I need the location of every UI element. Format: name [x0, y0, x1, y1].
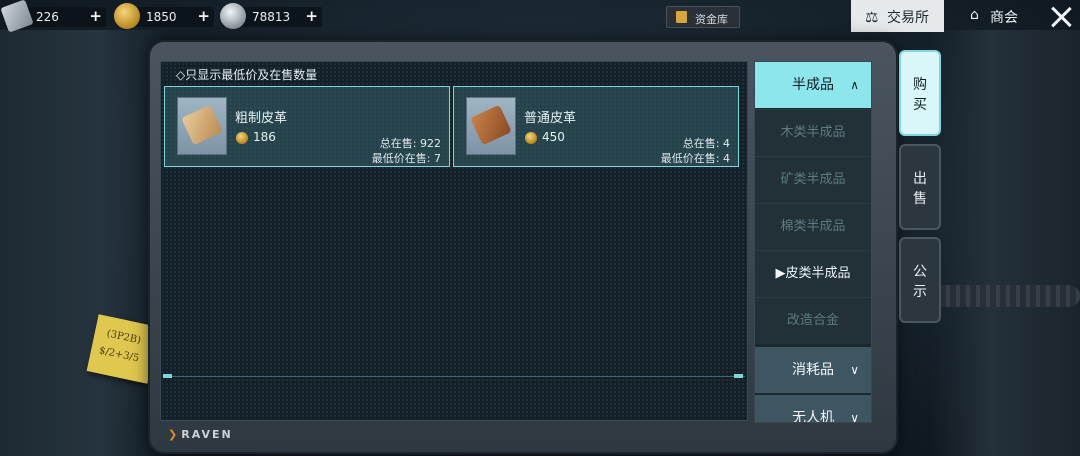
gold-coin-icon [525, 132, 537, 144]
currency-silver: 78813 + [220, 3, 322, 29]
tab-trade-exchange[interactable]: ⚖ 交易所 [851, 0, 944, 32]
tab-sell[interactable]: 出 售 [899, 144, 941, 230]
item-card[interactable]: 粗制皮革 186 总在售: 922 最低价在售: 7 [164, 86, 450, 167]
category-label: 无人机 [792, 410, 834, 423]
filter-lowest-price-toggle[interactable]: ◇只显示最低价及在售数量 [176, 66, 317, 83]
category-semi-finished[interactable]: 半成品 ∧ [755, 62, 871, 108]
fund-vault-button[interactable]: 资金库 [666, 6, 740, 28]
item-price: 186 [253, 130, 276, 144]
min-label: 最低价在售: [660, 152, 720, 165]
gold-coin-icon [114, 3, 140, 29]
scale-icon: ⚖ [865, 8, 879, 26]
category-label: 棉类半成品 [780, 219, 846, 234]
background-pipe [930, 285, 1080, 307]
total-label: 总在售: [379, 137, 417, 150]
total-label: 总在售: [682, 137, 720, 150]
sticky-note-line-1: (3P2B) [105, 328, 142, 347]
chevron-up-icon: ∧ [850, 78, 859, 92]
tab-sell-line-1: 出 [913, 171, 927, 187]
close-icon[interactable] [1046, 2, 1076, 32]
currency-silver-value: 78813 [252, 10, 291, 24]
tab-guild[interactable]: ⌂ 商会 [956, 0, 1036, 32]
scroll-marker-right [734, 374, 743, 378]
list-scroll-track[interactable] [163, 376, 745, 377]
category-wood-semi-finished[interactable]: 木类半成品 [755, 109, 871, 156]
silver-coin-icon [220, 3, 246, 29]
min-label: 最低价在售: [371, 152, 431, 165]
raven-logo-text: RAVEN [181, 428, 233, 441]
currency-gold-value: 1850 [146, 10, 177, 24]
chevron-down-icon: ∨ [850, 411, 859, 423]
item-total-on-sale: 总在售: 922 [380, 135, 441, 151]
chevron-logo-icon: ❯ [168, 428, 180, 441]
tab-buy[interactable]: 购 买 [899, 50, 941, 136]
tab-buy-line-1: 购 [913, 77, 927, 93]
top-bar: 226 + 1850 + 78813 + 资金库 ⚖ 交易所 ⌂ 商会 [0, 0, 1080, 34]
min-value: 7 [434, 152, 441, 165]
add-silver-button[interactable]: + [305, 7, 318, 25]
item-name: 粗制皮革 [235, 111, 288, 126]
category-list[interactable]: 半成品 ∧ 木类半成品 矿类半成品 棉类半成品 ▶皮类半成品 改造合金 消耗品 … [754, 61, 872, 423]
tab-announcement-line-2: 示 [913, 284, 927, 300]
tab-guild-label: 商会 [990, 10, 1018, 26]
category-label: ▶皮类半成品 [775, 266, 851, 281]
raven-logo: ❯ RAVEN [168, 428, 233, 441]
category-consumables[interactable]: 消耗品 ∨ [755, 347, 871, 393]
item-min-price-on-sale: 最低价在售: 4 [661, 150, 730, 166]
category-label: 消耗品 [792, 362, 834, 378]
add-gold-button[interactable]: + [197, 7, 210, 25]
chevron-down-icon: ∨ [850, 363, 859, 377]
item-thumbnail [466, 97, 516, 155]
scroll-marker-left [163, 374, 172, 378]
house-icon: ⌂ [970, 7, 979, 23]
add-ticket-button[interactable]: + [89, 7, 102, 25]
category-label: 改造合金 [786, 313, 839, 328]
item-thumbnail [177, 97, 227, 155]
tab-trade-exchange-label: 交易所 [887, 10, 929, 26]
gold-coin-icon [236, 132, 248, 144]
currency-ticket: 226 + [0, 0, 106, 33]
background-left [0, 30, 170, 456]
category-ore-semi-finished[interactable]: 矿类半成品 [755, 156, 871, 203]
sticky-note-line-2: $/2+3/5 [98, 345, 140, 365]
min-value: 4 [723, 152, 730, 165]
category-drones[interactable]: 无人机 ∨ [755, 395, 871, 423]
vault-icon [676, 11, 687, 23]
currency-gold: 1850 + [114, 3, 214, 29]
tab-announcement-line-1: 公 [913, 264, 927, 280]
category-label: 木类半成品 [780, 125, 846, 140]
total-value: 922 [420, 137, 441, 150]
ticket-icon [0, 0, 34, 33]
category-label: 矿类半成品 [780, 172, 846, 187]
item-name: 普通皮革 [524, 111, 577, 126]
background-right [930, 30, 1080, 456]
currency-ticket-value: 226 [36, 10, 59, 24]
item-price: 450 [542, 130, 565, 144]
category-modified-alloy[interactable]: 改造合金 [755, 297, 871, 344]
category-label: 半成品 [792, 77, 834, 93]
tab-sell-line-2: 售 [913, 191, 927, 207]
rough-leather-icon [181, 104, 223, 146]
item-total-on-sale: 总在售: 4 [683, 135, 730, 151]
tab-announcement[interactable]: 公 示 [899, 237, 941, 323]
category-leather-semi-finished[interactable]: ▶皮类半成品 [755, 250, 871, 297]
item-card[interactable]: 普通皮革 450 总在售: 4 最低价在售: 4 [453, 86, 739, 167]
sticky-note: (3P2B) $/2+3/5 [86, 314, 160, 384]
common-leather-icon [470, 104, 512, 146]
total-value: 4 [723, 137, 730, 150]
fund-vault-label: 资金库 [695, 13, 728, 26]
item-min-price-on-sale: 最低价在售: 7 [372, 150, 441, 166]
category-cotton-semi-finished[interactable]: 棉类半成品 [755, 203, 871, 250]
tab-buy-line-2: 买 [913, 97, 927, 113]
